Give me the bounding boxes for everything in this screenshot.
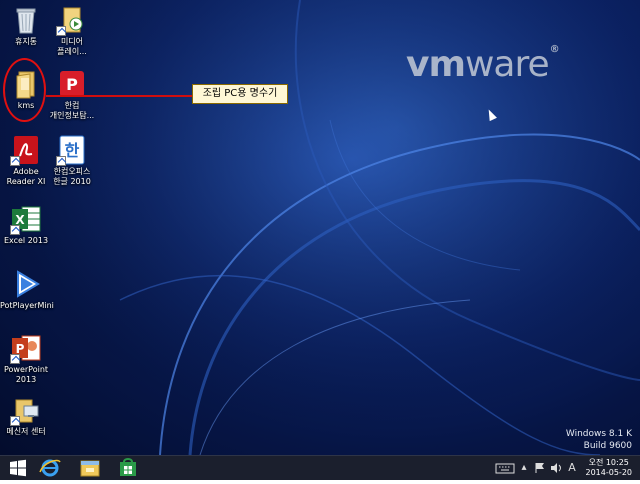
recycle-bin-label: 휴지통 <box>14 37 38 46</box>
windows-build-watermark: Windows 8.1 K Build 9600 <box>565 429 632 451</box>
internet-explorer-icon <box>39 459 61 477</box>
clock-time: 오전 10:25 <box>588 458 629 467</box>
speaker-icon <box>551 463 561 473</box>
taskbar: ▴ A 오전 10:25 2014-05-20 <box>0 455 640 480</box>
media-folder-icon <box>56 4 88 36</box>
annotation-line <box>46 95 192 97</box>
adobe-reader-glyph <box>10 134 42 166</box>
clock-date: 2014-05-20 <box>585 468 633 477</box>
shortcut-arrow-icon <box>10 156 20 166</box>
messenger-center-label: 메신저 센터 <box>6 427 46 436</box>
file-explorer-icon <box>80 460 100 477</box>
hancom-office-icon[interactable]: 한 한컴오피스 한글 2010 <box>46 134 98 187</box>
show-hidden-icons-icon[interactable]: ▴ <box>519 460 529 476</box>
vmware-logo: vmware® <box>406 44 560 85</box>
keyboard-icon <box>495 463 515 474</box>
adobe-reader-label: Adobe Reader XI <box>6 167 46 186</box>
excel-glyph: X <box>10 203 42 235</box>
windows-logo-icon <box>10 459 26 477</box>
shortcut-arrow-icon <box>56 156 66 166</box>
hancom-office-glyph: 한 <box>56 134 88 166</box>
taskbar-internet-explorer[interactable] <box>32 456 68 480</box>
annotation-callout: 조립 PC용 명수기 <box>192 84 288 104</box>
shortcut-arrow-icon <box>10 354 20 364</box>
svg-text:P: P <box>66 75 78 94</box>
powerpoint-label: PowerPoint 2013 <box>3 365 49 384</box>
excel-icon[interactable]: X Excel 2013 <box>0 203 52 246</box>
store-icon <box>120 458 136 476</box>
svg-text:한: 한 <box>65 141 80 160</box>
recycle-bin-icon[interactable]: 휴지통 <box>0 4 52 47</box>
shortcut-arrow-icon <box>56 26 66 36</box>
media-player-label: 미디어 플레이... <box>57 37 87 56</box>
powerpoint-icon[interactable]: P PowerPoint 2013 <box>0 332 52 385</box>
volume-icon[interactable] <box>549 460 563 476</box>
recycle-bin-glyph <box>10 4 42 36</box>
play-icon <box>10 268 42 300</box>
powerpoint-glyph: P <box>10 332 42 364</box>
potplayer-label: PotPlayerMini <box>0 301 54 310</box>
hancom-office-label: 한컴오피스 한글 2010 <box>53 167 91 186</box>
potplayer-icon[interactable]: PotPlayerMini <box>0 268 54 311</box>
input-method-indicator[interactable]: A <box>565 460 579 476</box>
hancom-privacy-label: 한컴 개인정보탐... <box>49 101 95 120</box>
shortcut-arrow-icon <box>10 416 20 426</box>
taskbar-file-explorer[interactable] <box>72 456 108 480</box>
messenger-center-icon[interactable]: 메신저 센터 <box>0 394 52 437</box>
taskbar-clock[interactable]: 오전 10:25 2014-05-20 <box>586 458 633 478</box>
taskbar-store[interactable] <box>110 456 146 480</box>
start-button[interactable] <box>0 456 36 480</box>
touch-keyboard-icon[interactable] <box>495 460 515 476</box>
flag-icon <box>535 463 544 473</box>
action-center-flag-icon[interactable] <box>533 460 547 476</box>
adobe-reader-icon[interactable]: Adobe Reader XI <box>0 134 52 187</box>
shortcut-arrow-icon <box>10 225 20 235</box>
desktop[interactable]: vmware® 휴지통 kms Adobe Reader XI X Excel … <box>0 0 640 455</box>
messenger-folder-icon <box>10 394 42 426</box>
annotation-circle <box>3 58 46 122</box>
excel-label: Excel 2013 <box>3 236 49 245</box>
media-player-icon[interactable]: 미디어 플레이... <box>46 4 98 57</box>
